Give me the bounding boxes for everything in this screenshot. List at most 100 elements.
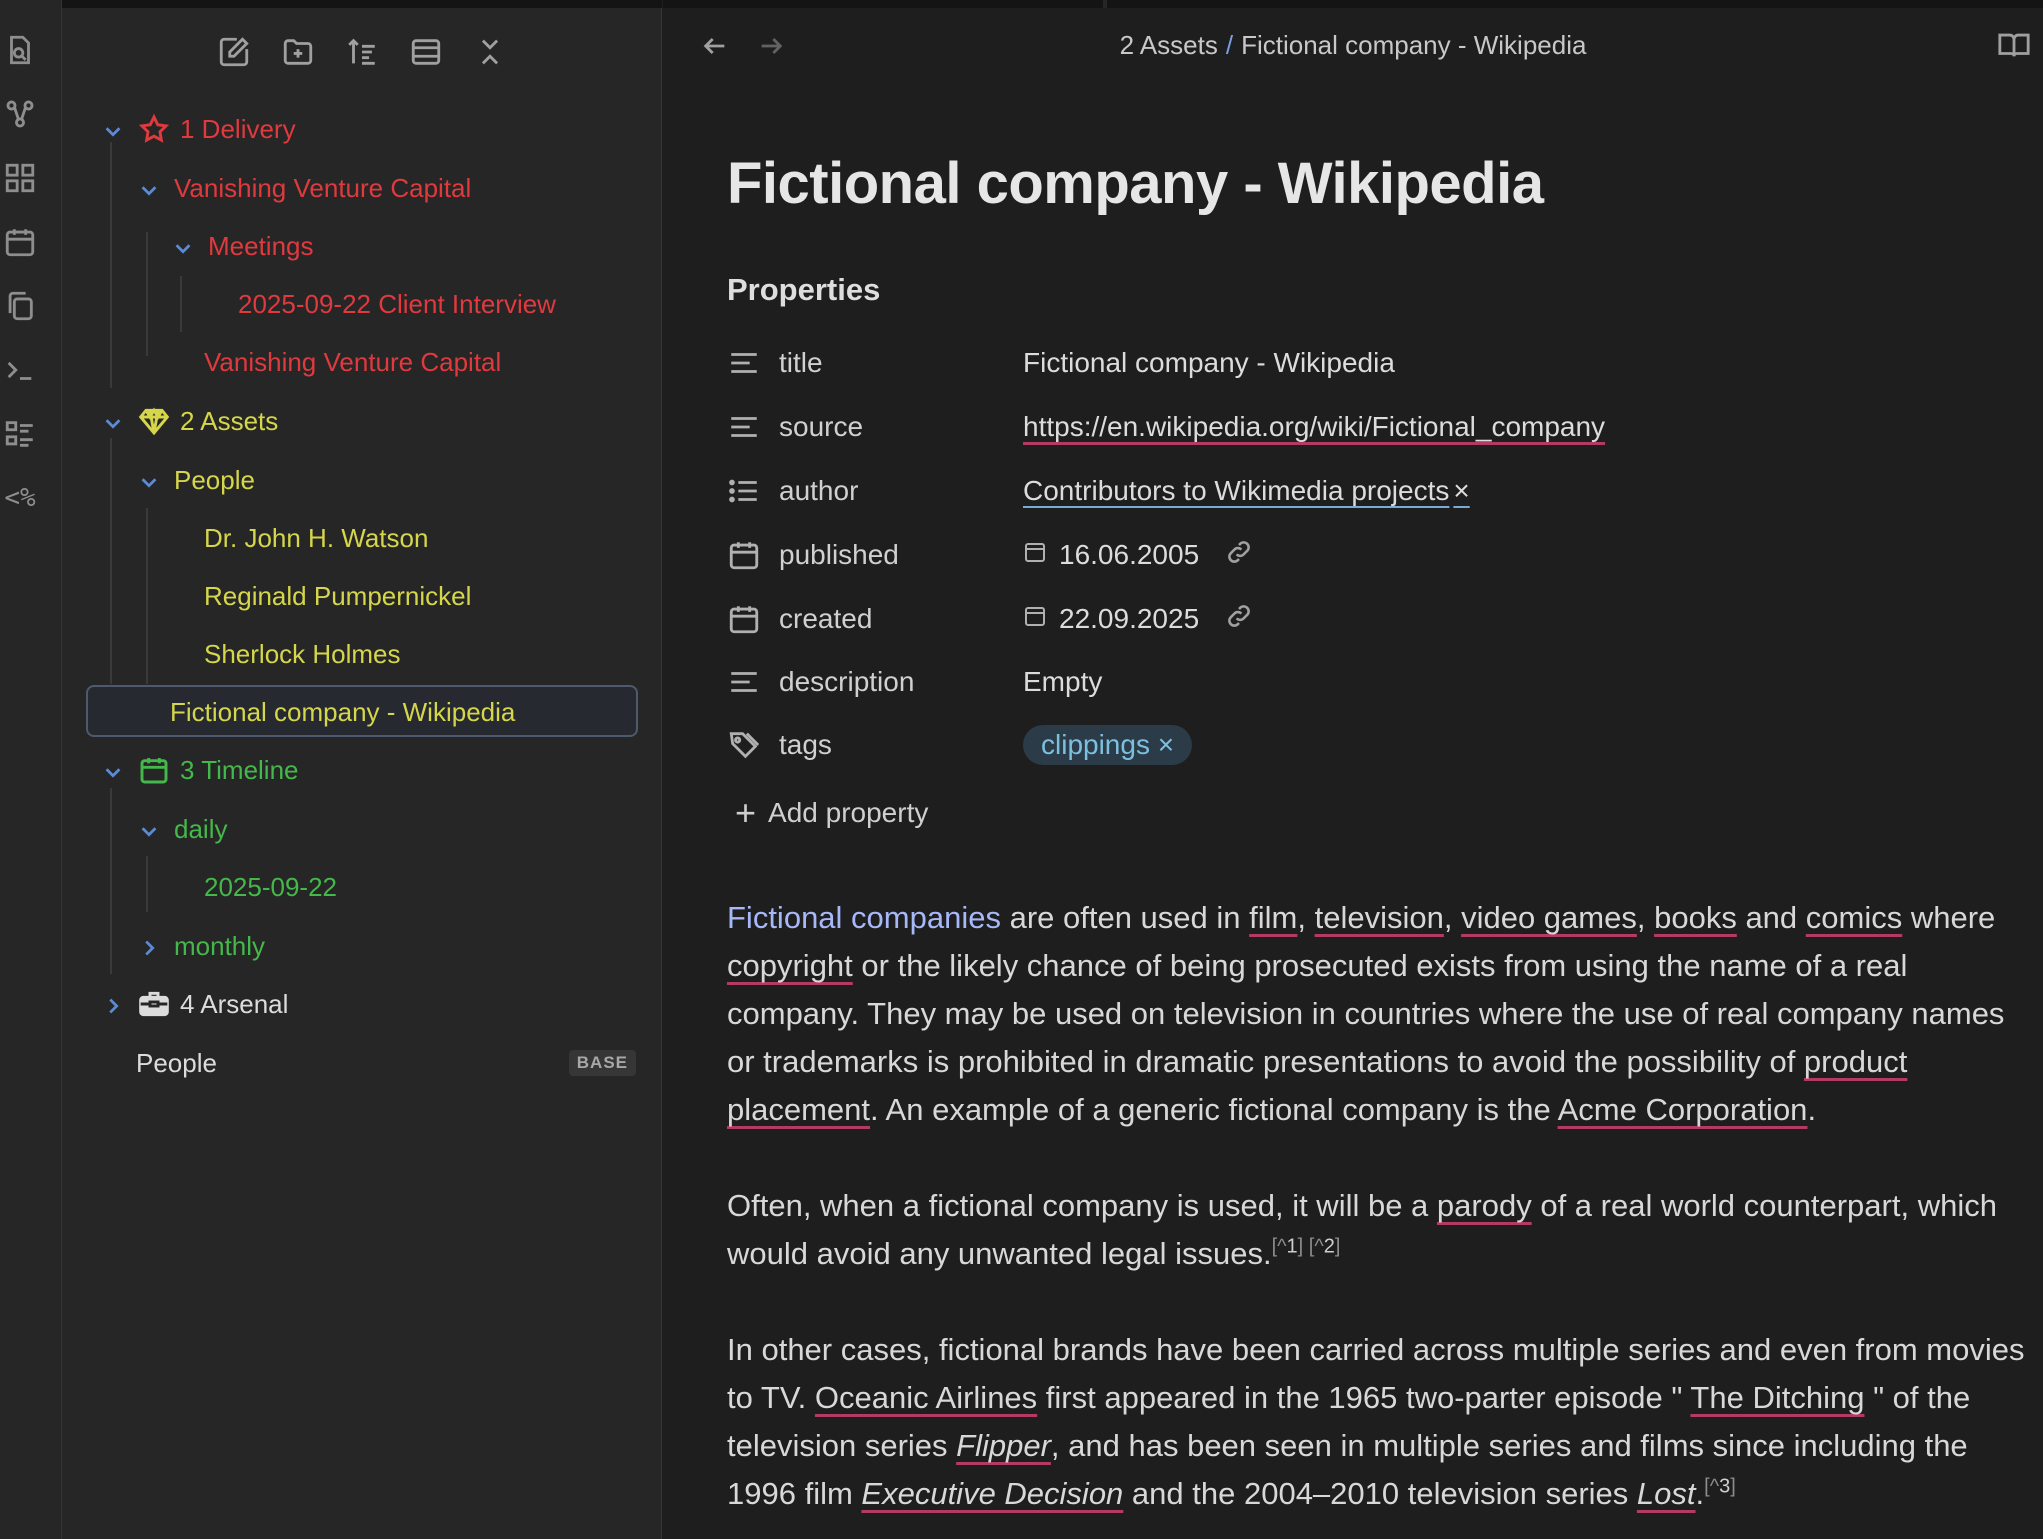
folder-monthly[interactable]: monthly: [138, 922, 265, 970]
canvas-grid-icon[interactable]: [0, 158, 40, 198]
calendar-icon[interactable]: [727, 538, 761, 572]
calendar-icon[interactable]: [0, 222, 40, 262]
wiki-link[interactable]: comics: [1806, 900, 1902, 935]
paragraph-2[interactable]: Often, when a fictional company is used,…: [727, 1182, 2027, 1278]
empty-value[interactable]: Empty: [1023, 666, 1102, 698]
breadcrumb-parent[interactable]: 2 Assets: [1120, 30, 1218, 60]
folder-delivery[interactable]: 1 Delivery: [102, 105, 296, 153]
property-key[interactable]: created: [779, 603, 1023, 635]
chevron-down-icon[interactable]: [138, 818, 160, 840]
paragraph-3[interactable]: In other cases, fictional brands have be…: [727, 1326, 2027, 1518]
author-link-text[interactable]: Contributors to Wikimedia projects: [1023, 475, 1449, 507]
link-icon[interactable]: [1199, 602, 1253, 637]
property-key[interactable]: tags: [779, 729, 1023, 761]
file-fictional-company[interactable]: Fictional company - Wikipedia: [170, 688, 515, 736]
date-value[interactable]: 16.06.2005: [1023, 538, 1253, 573]
file-sherlock-holmes[interactable]: Sherlock Holmes: [204, 630, 401, 678]
tag-label[interactable]: clippings: [1041, 729, 1150, 760]
wiki-link[interactable]: Executive Decision: [861, 1476, 1123, 1511]
date-text[interactable]: 16.06.2005: [1059, 539, 1199, 571]
sort-order-icon[interactable]: [340, 30, 384, 74]
new-note-icon[interactable]: [212, 30, 256, 74]
wiki-link[interactable]: film: [1249, 900, 1297, 935]
graph-view-icon[interactable]: [0, 94, 40, 134]
internal-link[interactable]: Fictional companies: [727, 900, 1001, 935]
templater-icon[interactable]: <%: [0, 478, 40, 518]
wiki-link[interactable]: The Ditching: [1690, 1380, 1864, 1415]
tags-icon[interactable]: [727, 728, 761, 762]
property-key[interactable]: author: [779, 475, 1023, 507]
wiki-link[interactable]: Flipper: [956, 1428, 1051, 1463]
breadcrumb-current[interactable]: Fictional company - Wikipedia: [1241, 30, 1586, 60]
file-daily-2025-09-22[interactable]: 2025-09-22: [204, 863, 337, 911]
breadcrumb: 2 Assets / Fictional company - Wikipedia: [663, 30, 2043, 61]
properties-heading[interactable]: Properties: [727, 272, 880, 308]
chevron-down-icon[interactable]: [102, 118, 124, 140]
remove-tag-icon[interactable]: ×: [1158, 729, 1174, 760]
wiki-link[interactable]: Acme Corporation: [1558, 1092, 1808, 1127]
folder-assets[interactable]: 2 Assets: [102, 397, 278, 445]
small-calendar-icon[interactable]: [1023, 603, 1059, 635]
text-lines-icon[interactable]: [727, 410, 761, 444]
chevron-right-icon[interactable]: [138, 935, 160, 957]
tag-pill[interactable]: clippings ×: [1023, 725, 1193, 765]
chevron-right-icon[interactable]: [102, 993, 124, 1015]
collapse-all-icon[interactable]: [468, 30, 512, 74]
date-text[interactable]: 22.09.2025: [1059, 603, 1199, 635]
chevron-down-icon[interactable]: [102, 410, 124, 432]
author-link[interactable]: Contributors to Wikimedia projects ×: [1023, 475, 1470, 507]
reading-view-book-icon[interactable]: [1997, 28, 2033, 64]
folder-timeline[interactable]: 3 Timeline: [102, 746, 299, 794]
property-key[interactable]: published: [779, 539, 1023, 571]
new-folder-icon[interactable]: [276, 30, 320, 74]
footnote-ref[interactable]: [^3]: [1704, 1476, 1736, 1498]
wiki-link[interactable]: Oceanic Airlines: [815, 1380, 1037, 1415]
folder-label: People: [174, 464, 255, 495]
search-file-icon[interactable]: [0, 30, 40, 70]
calendar-icon[interactable]: [727, 602, 761, 636]
text-lines-icon[interactable]: [727, 665, 761, 699]
chevron-down-icon[interactable]: [172, 235, 194, 257]
auto-reveal-icon[interactable]: [404, 30, 448, 74]
chevron-down-icon[interactable]: [102, 759, 124, 781]
wiki-link[interactable]: Lost: [1637, 1476, 1696, 1511]
list-icon[interactable]: [727, 474, 761, 508]
file-people-base[interactable]: People BASE: [136, 1039, 676, 1087]
link-icon[interactable]: [1199, 538, 1253, 573]
file-vanishing-venture-capital[interactable]: Vanishing Venture Capital: [204, 338, 501, 386]
wiki-link[interactable]: books: [1654, 900, 1737, 935]
text: are often used in: [1000, 900, 1250, 935]
wiki-link[interactable]: video games: [1461, 900, 1637, 935]
text: ,: [1297, 900, 1315, 935]
add-property-button[interactable]: + Add property: [735, 792, 928, 834]
property-key[interactable]: title: [779, 347, 1023, 379]
file-reginald-pumpernickel[interactable]: Reginald Pumpernickel: [204, 572, 471, 620]
property-key[interactable]: description: [779, 666, 1023, 698]
paragraph-1[interactable]: Fictional companies are often used in fi…: [727, 894, 2027, 1134]
copy-files-icon[interactable]: [0, 286, 40, 326]
folder-people[interactable]: People: [138, 456, 255, 504]
folder-vanishing-venture-capital[interactable]: Vanishing Venture Capital: [138, 164, 471, 212]
footnote-ref[interactable]: [^1] [^2]: [1272, 1236, 1341, 1258]
folder-daily[interactable]: daily: [138, 805, 227, 853]
chevron-down-icon[interactable]: [138, 177, 160, 199]
folder-meetings[interactable]: Meetings: [172, 222, 314, 270]
source-url-value[interactable]: https://en.wikipedia.org/wiki/Fictional_…: [1023, 411, 1605, 443]
wiki-link[interactable]: copyright: [727, 948, 853, 983]
remove-author-icon[interactable]: ×: [1453, 475, 1469, 507]
date-value[interactable]: 22.09.2025: [1023, 602, 1253, 637]
tree-guide: [110, 788, 112, 974]
wiki-link[interactable]: television: [1315, 900, 1444, 935]
property-key[interactable]: source: [779, 411, 1023, 443]
note-title[interactable]: Fictional company - Wikipedia: [727, 150, 2017, 217]
folder-arsenal[interactable]: 4 Arsenal: [102, 980, 288, 1028]
list-layout-icon[interactable]: [0, 414, 40, 454]
property-value[interactable]: Fictional company - Wikipedia: [1023, 347, 1395, 379]
text-lines-icon[interactable]: [727, 346, 761, 380]
file-john-watson[interactable]: Dr. John H. Watson: [204, 514, 428, 562]
wiki-link[interactable]: parody: [1437, 1188, 1532, 1223]
small-calendar-icon[interactable]: [1023, 539, 1059, 571]
chevron-down-icon[interactable]: [138, 469, 160, 491]
terminal-icon[interactable]: [0, 350, 40, 390]
file-client-interview[interactable]: 2025-09-22 Client Interview: [238, 280, 556, 328]
